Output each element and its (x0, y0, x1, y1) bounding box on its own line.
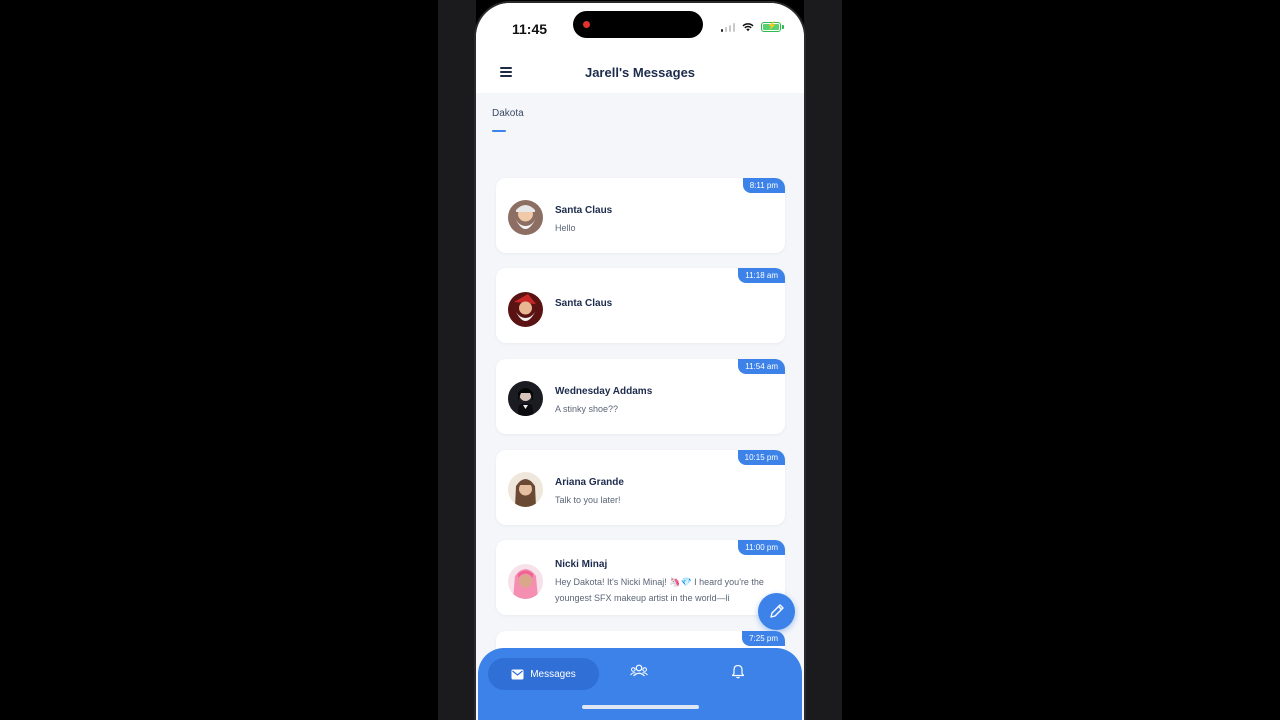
tab-active-indicator (492, 130, 506, 132)
message-preview: Hey Dakota! It's Nicki Minaj! 🦄💎 I heard… (555, 577, 764, 603)
conversation-card[interactable]: 11:54 am Wednesday Addams A stinky shoe?… (496, 359, 785, 434)
conversation-card[interactable]: 11:00 pm Nicki Minaj Hey Dakota! It's Ni… (496, 540, 785, 615)
compose-button[interactable] (758, 593, 795, 630)
bottom-nav: Messages (478, 648, 802, 720)
time-badge: 10:15 pm (737, 450, 785, 465)
time-badge: 11:18 am (738, 268, 785, 283)
users-icon (630, 664, 648, 677)
time-badge: 11:00 pm (738, 540, 785, 555)
time-badge: 11:54 am (738, 359, 785, 374)
status-icons: ⚡ (720, 21, 784, 32)
pencil-icon (770, 604, 784, 618)
recording-indicator-icon (583, 21, 590, 28)
nav-contacts-button[interactable] (630, 664, 648, 683)
mail-icon (511, 669, 524, 679)
tab-dakota[interactable]: Dakota (492, 108, 524, 119)
contact-name: Santa Claus (555, 205, 613, 216)
nav-messages-button[interactable]: Messages (488, 658, 599, 690)
page-title: Jarell's Messages (584, 65, 696, 80)
contact-name: Santa Claus (555, 298, 613, 309)
message-preview: Hello (555, 223, 576, 233)
bell-icon (731, 664, 745, 679)
contact-name: Wednesday Addams (555, 386, 653, 397)
contact-name: Ariana Grande (555, 477, 624, 488)
avatar (508, 292, 543, 327)
battery-tip (782, 25, 784, 29)
nav-notifications-button[interactable] (731, 664, 745, 684)
cellular-signal-icon (720, 22, 735, 32)
time-badge: 8:11 pm (742, 178, 785, 193)
status-time: 11:45 (512, 21, 548, 37)
wifi-icon (742, 23, 754, 32)
message-preview: Talk to you later! (555, 495, 621, 505)
time-badge: 7:25 pm (742, 631, 785, 646)
video-frame-right (804, 0, 842, 720)
tab-bar: Dakota (476, 93, 804, 143)
conversation-card[interactable]: 10:15 pm Ariana Grande Talk to you later… (496, 450, 785, 525)
home-indicator (582, 705, 699, 709)
avatar (508, 200, 543, 235)
conversation-card[interactable]: 11:18 am Santa Claus (496, 268, 785, 343)
app-bar: Jarell's Messages (476, 55, 804, 93)
avatar (508, 564, 543, 599)
nav-messages-label: Messages (530, 668, 576, 680)
avatar (508, 381, 543, 416)
phone-screen: 11:45 ⚡ Jarell's Messages Dakota 8:11 pm… (476, 3, 804, 720)
dynamic-island (573, 11, 703, 38)
video-frame-left (438, 0, 476, 720)
battery-icon: ⚡ (761, 21, 781, 32)
contact-name: Nicki Minaj (555, 559, 608, 570)
avatar (508, 472, 543, 507)
conversation-card[interactable]: 8:11 pm Santa Claus Hello (496, 178, 785, 253)
message-preview: A stinky shoe?? (555, 404, 619, 414)
status-bar: 11:45 ⚡ (476, 3, 804, 55)
